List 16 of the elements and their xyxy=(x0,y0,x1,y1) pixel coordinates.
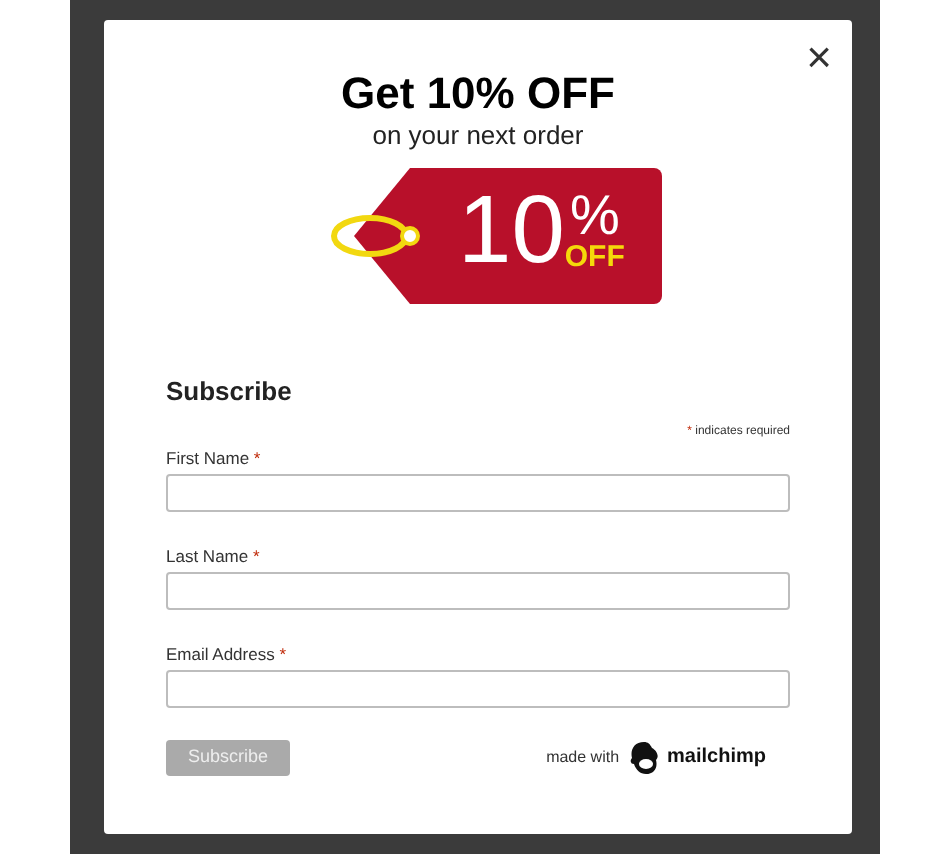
credit-text: made with xyxy=(546,745,620,769)
form-heading: Subscribe xyxy=(166,374,294,410)
field-label: First Name * xyxy=(166,445,263,469)
close-button[interactable]: × xyxy=(806,36,832,80)
tag-number: 10 xyxy=(458,184,565,280)
input-field[interactable] xyxy=(166,669,790,707)
input-field[interactable] xyxy=(166,571,790,609)
input-field[interactable] xyxy=(166,473,790,511)
field-label: Last Name * xyxy=(166,543,262,567)
tag-icon xyxy=(326,168,666,308)
popup-subtitle: on your next order xyxy=(372,120,584,152)
field-label: Email Address * xyxy=(166,641,289,665)
tag-percent: % xyxy=(569,190,620,242)
brand-name: mailchimp xyxy=(667,744,766,772)
tag-off: OFF xyxy=(564,242,625,274)
popup-title: Get 10% OFF xyxy=(341,68,615,120)
